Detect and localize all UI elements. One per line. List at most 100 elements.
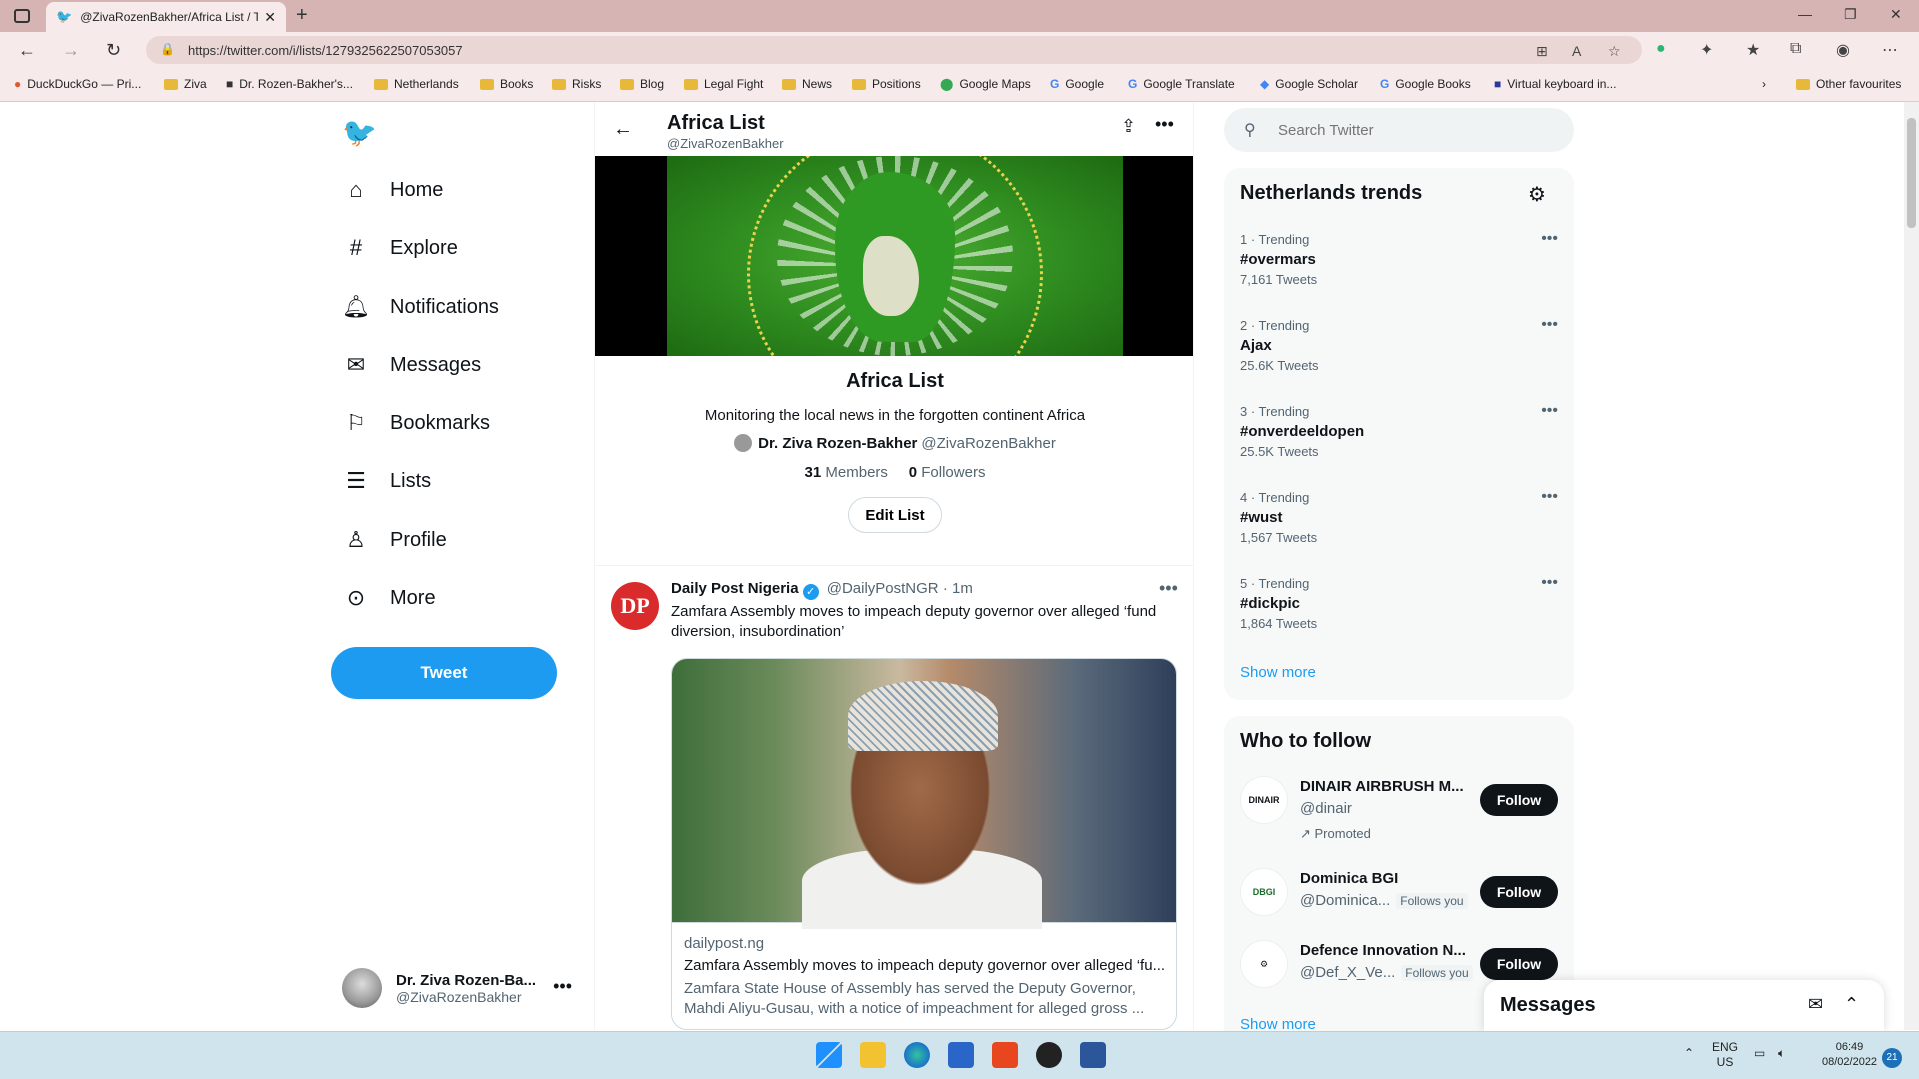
tweet-author-name[interactable]: Daily Post Nigeria: [671, 580, 799, 597]
bookmark-positions[interactable]: Positions: [852, 77, 921, 91]
bookmark-google-books[interactable]: G Google Books: [1380, 77, 1471, 91]
nav-notifications[interactable]: 🔔︎ Notifications: [342, 287, 499, 327]
url-text[interactable]: https://twitter.com/i/lists/127932562250…: [188, 43, 463, 58]
follow-suggestion[interactable]: DBGI Dominica BGI @Dominica... Follows yo…: [1240, 868, 1558, 928]
nav-profile[interactable]: ♙ Profile: [342, 520, 447, 560]
add-favorite-icon[interactable]: ☆: [1608, 43, 1621, 60]
edge-browser-icon[interactable]: [904, 1042, 930, 1068]
volume-icon[interactable]: 🔈︎: [1778, 1046, 1785, 1061]
nav-explore[interactable]: # Explore: [342, 228, 458, 268]
trends-show-more-link[interactable]: Show more: [1240, 664, 1316, 681]
nav-messages[interactable]: ✉ Messages: [342, 345, 481, 385]
nav-more[interactable]: ⊙ More: [342, 578, 436, 618]
grammarly-icon[interactable]: ●: [1656, 40, 1666, 58]
bookmark-books[interactable]: Books: [480, 77, 533, 91]
bookmark-blog[interactable]: Blog: [620, 77, 664, 91]
list-owner[interactable]: Dr. Ziva Rozen-Bakher @ZivaRozenBakher: [595, 434, 1193, 452]
bookmark-legal-fight[interactable]: Legal Fight: [684, 77, 763, 91]
follow-button[interactable]: Follow: [1480, 784, 1558, 816]
bookmark-news[interactable]: News: [782, 77, 832, 91]
tweet-time[interactable]: · 1m: [943, 580, 973, 597]
file-explorer-icon[interactable]: [860, 1042, 886, 1068]
trend-item[interactable]: 1 · Trending #overmars 7,161 Tweets •••: [1240, 230, 1558, 302]
tweet-more-icon[interactable]: •••: [1159, 578, 1178, 599]
bookmark-ziva[interactable]: Ziva: [164, 77, 207, 91]
browser-tab[interactable]: 🐦 @ZivaRozenBakher/Africa List / T ✕: [46, 2, 286, 32]
new-message-icon[interactable]: ✉: [1808, 994, 1823, 1015]
gear-icon[interactable]: ⚙: [1528, 182, 1546, 207]
bookmark-duckduckgo[interactable]: ● DuckDuckGo — Pri...: [14, 77, 141, 91]
app-available-icon[interactable]: ⊞: [1536, 43, 1548, 60]
members-link[interactable]: 31 Members: [805, 464, 888, 481]
back-arrow-icon[interactable]: ←: [613, 118, 633, 141]
trend-more-icon[interactable]: •••: [1541, 574, 1558, 592]
trend-item[interactable]: 4 · Trending #wust 1,567 Tweets •••: [1240, 488, 1558, 560]
word-icon[interactable]: [1080, 1042, 1106, 1068]
bookmark-google[interactable]: G Google: [1050, 77, 1104, 91]
notification-count-badge[interactable]: 21: [1882, 1048, 1902, 1068]
lock-icon[interactable]: 🔒: [160, 42, 175, 56]
trend-more-icon[interactable]: •••: [1541, 316, 1558, 334]
messages-drawer[interactable]: Messages ✉ ⌃: [1484, 980, 1884, 1032]
tweet-button[interactable]: Tweet: [331, 647, 557, 699]
tray-chevron-up-icon[interactable]: ⌃: [1684, 1046, 1694, 1060]
forward-icon[interactable]: →: [62, 40, 80, 61]
language-indicator[interactable]: ENG US: [1712, 1040, 1738, 1070]
follow-button[interactable]: Follow: [1480, 876, 1558, 908]
link-card[interactable]: dailypost.ng Zamfara Assembly moves to i…: [671, 658, 1177, 1030]
followers-link[interactable]: 0 Followers: [909, 464, 986, 481]
tab-actions-icon[interactable]: [14, 9, 30, 23]
extensions-icon[interactable]: ✦: [1700, 40, 1713, 60]
close-window-icon[interactable]: ✕: [1890, 6, 1902, 23]
url-bar[interactable]: 🔒 https://twitter.com/i/lists/1279325622…: [146, 36, 1642, 64]
favorites-icon[interactable]: ★: [1746, 40, 1760, 60]
office-icon[interactable]: [992, 1042, 1018, 1068]
restore-icon[interactable]: ❐: [1844, 6, 1857, 23]
trend-item[interactable]: 5 · Trending #dickpic 1,864 Tweets •••: [1240, 574, 1558, 646]
trend-item[interactable]: 3 · Trending #onverdeeldopen 25.5K Tweet…: [1240, 402, 1558, 474]
tweet-author-avatar[interactable]: DP: [611, 582, 659, 630]
minimize-icon[interactable]: —: [1798, 6, 1812, 22]
back-icon[interactable]: ←: [18, 40, 36, 61]
profile-avatar-icon[interactable]: ◉: [1836, 40, 1850, 60]
settings-menu-icon[interactable]: ⋯: [1882, 40, 1898, 60]
system-clock[interactable]: 06:49 08/02/2022: [1822, 1040, 1877, 1070]
nav-bookmarks[interactable]: ⚐ Bookmarks: [342, 403, 490, 443]
app-icon[interactable]: [1036, 1042, 1062, 1068]
search-input[interactable]: [1278, 118, 1558, 142]
bookmark-google-translate[interactable]: G Google Translate: [1128, 77, 1235, 91]
tweet-author-handle[interactable]: @DailyPostNGR: [827, 580, 939, 597]
bookmark-risks[interactable]: Risks: [552, 77, 601, 91]
trend-more-icon[interactable]: •••: [1541, 402, 1558, 420]
nav-home[interactable]: ⌂ Home: [342, 170, 443, 210]
bookmark-google-maps[interactable]: ⬤ Google Maps: [940, 77, 1031, 91]
account-switcher[interactable]: Dr. Ziva Rozen-Ba... @ZivaRozenBakher ••…: [342, 966, 572, 1010]
more-dots-icon[interactable]: •••: [553, 976, 572, 997]
refresh-icon[interactable]: ↻: [106, 40, 121, 61]
bookmarks-overflow-icon[interactable]: ›: [1762, 77, 1766, 91]
bookmark-google-scholar[interactable]: ◆ Google Scholar: [1260, 77, 1358, 91]
store-icon[interactable]: [948, 1042, 974, 1068]
follow-suggestion[interactable]: DINAIR DINAIR AIRBRUSH M... @dinair ↗ Pr…: [1240, 776, 1558, 841]
bookmark-netherlands[interactable]: Netherlands: [374, 77, 459, 91]
read-aloud-icon[interactable]: A: [1572, 43, 1581, 59]
new-tab-icon[interactable]: +: [296, 4, 308, 27]
trend-more-icon[interactable]: •••: [1541, 230, 1558, 248]
trend-item[interactable]: 2 · Trending Ajax 25.6K Tweets •••: [1240, 316, 1558, 388]
windows-start-icon[interactable]: [816, 1042, 842, 1068]
search-box[interactable]: ⚲: [1224, 108, 1574, 152]
follow-button[interactable]: Follow: [1480, 948, 1558, 980]
trend-more-icon[interactable]: •••: [1541, 488, 1558, 506]
edit-list-button[interactable]: Edit List: [848, 497, 942, 533]
bookmark-rozen-bakher[interactable]: ■ Dr. Rozen-Bakher's...: [226, 77, 353, 91]
more-dots-icon[interactable]: •••: [1155, 114, 1174, 135]
expand-chevron-up-icon[interactable]: ⌃: [1844, 994, 1859, 1015]
share-icon[interactable]: ⇪: [1121, 116, 1136, 137]
bookmark-virtual-keyboard[interactable]: ■ Virtual keyboard in...: [1494, 77, 1616, 91]
page-scrollbar[interactable]: [1904, 102, 1919, 1030]
twitter-logo-icon[interactable]: 🐦: [342, 116, 377, 149]
scrollbar-thumb[interactable]: [1907, 118, 1916, 228]
network-icon[interactable]: ▭: [1754, 1046, 1765, 1060]
collections-icon[interactable]: ⧉: [1790, 40, 1801, 58]
close-tab-icon[interactable]: ✕: [264, 9, 276, 26]
